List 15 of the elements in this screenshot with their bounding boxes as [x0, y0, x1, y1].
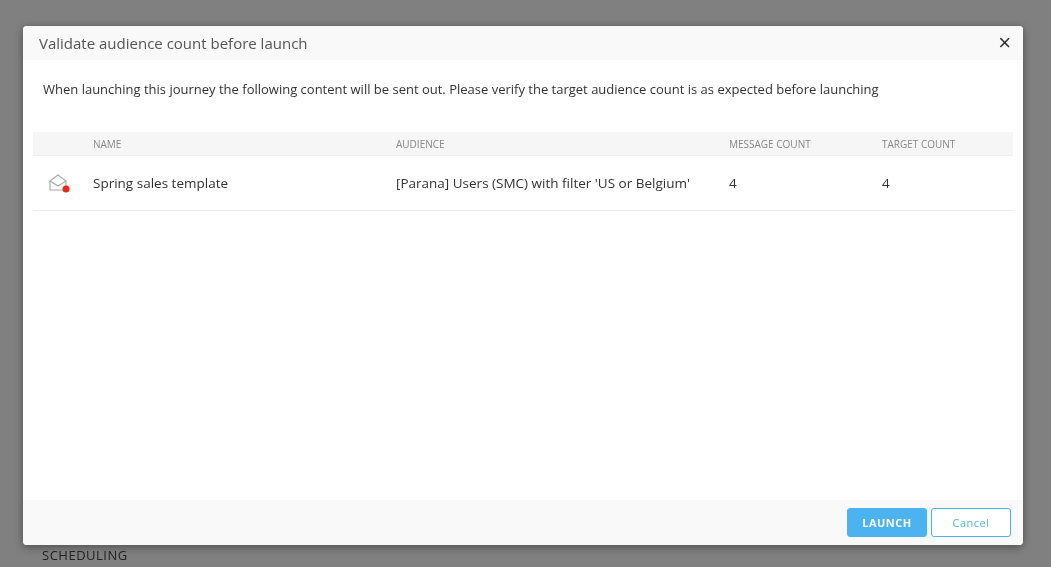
table-cell: 4	[882, 174, 890, 192]
column-header: AUDIENCE	[395, 136, 446, 151]
column-header: NAME	[92, 136, 123, 151]
section-heading: SCHEDULING	[42, 547, 128, 563]
column-header: MESSAGE COUNT	[728, 136, 812, 151]
launch-button[interactable]: LAUNCH	[847, 508, 927, 537]
envelope-icon	[48, 173, 70, 193]
close-button[interactable]: ×	[998, 32, 1011, 54]
dialog-message: When launching this journey the following content will be sent out. Please verify the target audience count is as expected before launching	[43, 80, 880, 98]
table-cell: Spring sales template	[93, 174, 229, 192]
dialog-title: Validate audience count before launch	[39, 33, 308, 53]
table-cell: [Parana] Users (SMC) with filter 'US or Belgium'	[396, 174, 690, 192]
column-header: TARGET COUNT	[881, 136, 957, 151]
table-cell: 4	[729, 174, 737, 192]
cancel-button[interactable]: Cancel	[931, 508, 1011, 537]
